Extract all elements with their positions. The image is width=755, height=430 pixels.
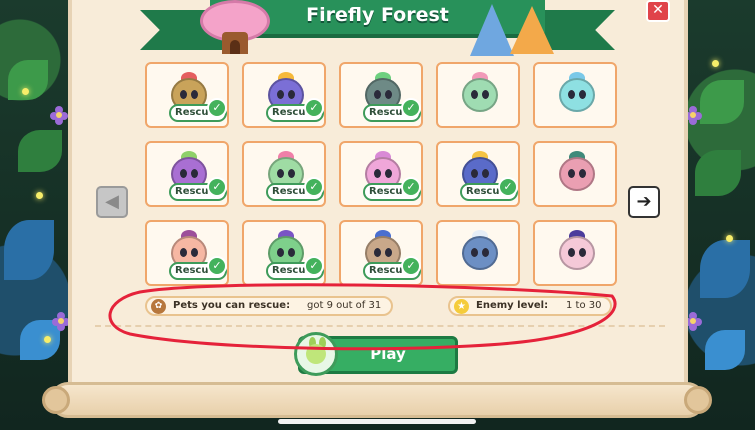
red-annotation-circle (108, 283, 617, 351)
home-indicator (278, 419, 476, 424)
